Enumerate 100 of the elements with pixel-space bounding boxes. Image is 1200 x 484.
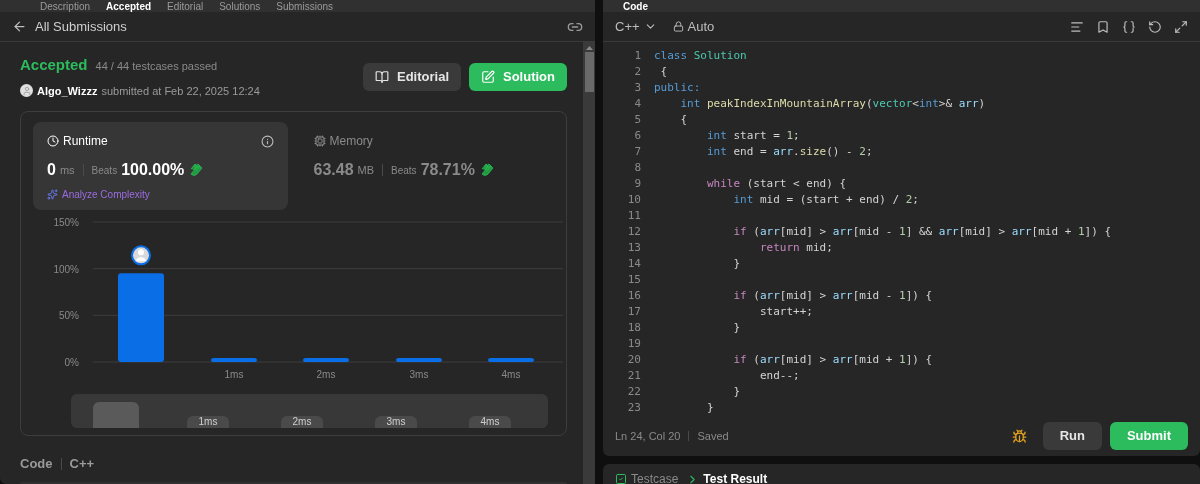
braces-icon[interactable] <box>1122 19 1136 34</box>
stat-unit: ms <box>59 162 75 178</box>
code-line: } <box>732 384 741 400</box>
panel-tab[interactable]: Solutions <box>219 1 261 12</box>
book-icon <box>375 69 389 84</box>
stat-value: 63.48 <box>313 160 354 180</box>
beats-percent: 78.71% <box>420 160 475 180</box>
test-panel-tab[interactable]: Test Result <box>686 470 768 484</box>
line-number: 17 <box>626 304 641 320</box>
line-number: 11 <box>626 208 641 224</box>
code-line: { <box>659 64 668 80</box>
line-number: 16 <box>626 288 641 304</box>
accepted-status: Accepted <box>20 55 88 75</box>
line-number: 4 <box>633 96 641 112</box>
test-panel-tab[interactable]: Testcase <box>615 470 679 484</box>
chart-bar <box>211 358 257 362</box>
line-number: 14 <box>626 256 641 272</box>
chart-bar <box>303 358 349 362</box>
code-line: while (start < end) { <box>705 176 847 192</box>
stat-unit: MB <box>357 162 375 178</box>
x-axis-label: 2ms <box>316 369 336 380</box>
panel-tab[interactable]: Submissions <box>276 1 334 12</box>
cursor-position: Ln 24, Col 20 <box>615 428 681 444</box>
line-number: 23 <box>626 400 641 416</box>
clapping-hands-icon <box>188 163 205 177</box>
y-axis-label: 0% <box>64 357 79 368</box>
expand-icon[interactable] <box>1174 19 1188 34</box>
mode-label: Auto <box>687 17 715 36</box>
line-number: 1 <box>633 48 641 64</box>
code-line: int mid = (start + end) / 2; <box>732 192 919 208</box>
username[interactable]: Algo_Wizzz <box>37 82 98 99</box>
chart-bar <box>396 358 442 362</box>
beats-label: Beats <box>391 163 417 178</box>
beats-label: Beats <box>91 163 118 178</box>
code-line: } <box>732 320 741 336</box>
scrollbar[interactable] <box>583 42 595 484</box>
analyze-complexity-link[interactable]: Analyze Complexity <box>47 187 150 202</box>
all-submissions-link[interactable]: All Submissions <box>35 16 127 37</box>
y-axis-label: 150% <box>53 217 79 228</box>
bookmark-icon[interactable] <box>1096 19 1110 34</box>
bug-icon[interactable] <box>1011 428 1027 444</box>
range-label: 1ms <box>186 416 230 428</box>
stat-card[interactable]: Memory 63.48 MB Beats 78.71% <box>299 122 554 210</box>
edit-icon <box>481 69 495 84</box>
stat-value: 0 <box>47 160 56 180</box>
submitted-time: submitted at Feb 22, 2025 12:24 <box>101 83 260 99</box>
run-button[interactable]: Run <box>1042 422 1102 450</box>
code-line: start++; <box>758 304 813 320</box>
panel-tab[interactable]: Description <box>40 1 91 12</box>
avatar-marker-icon <box>131 245 151 266</box>
code-line: int start = 1; <box>705 128 800 144</box>
reset-icon[interactable] <box>1148 19 1162 34</box>
y-axis-label: 100% <box>53 263 79 275</box>
scroll-up-arrow-icon[interactable] <box>585 46 593 50</box>
panel-tab[interactable]: Editorial <box>167 1 204 12</box>
info-icon[interactable] <box>260 134 274 148</box>
panel-tab[interactable]: Accepted <box>106 1 152 12</box>
line-number: 22 <box>626 384 641 400</box>
line-number: 2 <box>633 64 641 80</box>
scrollbar-thumb[interactable] <box>584 52 594 92</box>
code-line: int end = arr.size() - 2; <box>705 144 873 160</box>
code-line: return mid; <box>758 240 833 256</box>
code-language: C++ <box>69 455 95 473</box>
line-number: 21 <box>626 368 641 384</box>
format-icon[interactable] <box>1070 19 1084 34</box>
line-number: 13 <box>626 240 641 256</box>
beats-percent: 100.00% <box>121 160 185 180</box>
code-line: public: <box>654 80 701 96</box>
sparkle-icon <box>47 189 58 200</box>
code-line: } <box>732 256 741 272</box>
range-thumb[interactable] <box>93 402 139 428</box>
checkbox-icon <box>615 473 627 484</box>
line-number: 8 <box>633 160 641 176</box>
range-label: 4ms <box>468 416 512 428</box>
line-number: 12 <box>626 224 641 240</box>
code-section-title: Code <box>20 455 53 473</box>
line-number: 19 <box>626 336 641 352</box>
x-axis-label: 1ms <box>224 369 244 380</box>
line-number: 15 <box>626 272 641 288</box>
code-tab[interactable]: Code <box>623 1 648 12</box>
chart-range-selector[interactable]: 1ms 2ms 3ms 4ms <box>71 394 548 428</box>
lock-icon <box>672 21 684 32</box>
code-line: int peakIndexInMountainArray(vector<int>& arr) <box>679 96 986 112</box>
line-number: 7 <box>633 144 641 160</box>
code-line: if (arr[mid] > arr[mid - 1] && arr[mid] > arr[mid + 1]) { <box>732 224 1112 240</box>
editorial-button[interactable]: Editorial <box>363 62 461 91</box>
language-dropdown[interactable]: C++ <box>615 16 657 37</box>
user-avatar-icon <box>20 84 33 98</box>
save-status: Saved <box>697 428 729 444</box>
stat-title: Runtime <box>63 133 108 150</box>
code-line: if (arr[mid] > arr[mid + 1]) { <box>732 352 933 368</box>
testcases-passed: 44 / 44 testcases passed <box>95 59 218 74</box>
stat-title: Memory <box>329 133 373 150</box>
line-number: 20 <box>626 352 641 368</box>
line-number: 5 <box>633 112 641 128</box>
range-label: 3ms <box>374 416 418 428</box>
range-label: 2ms <box>280 416 324 428</box>
line-number: 3 <box>633 80 641 96</box>
stat-card[interactable]: Runtime 0 ms Beats 100.00% Analyze Complexity <box>33 122 288 210</box>
code-line: if (arr[mid] > arr[mid - 1]) { <box>732 288 933 304</box>
